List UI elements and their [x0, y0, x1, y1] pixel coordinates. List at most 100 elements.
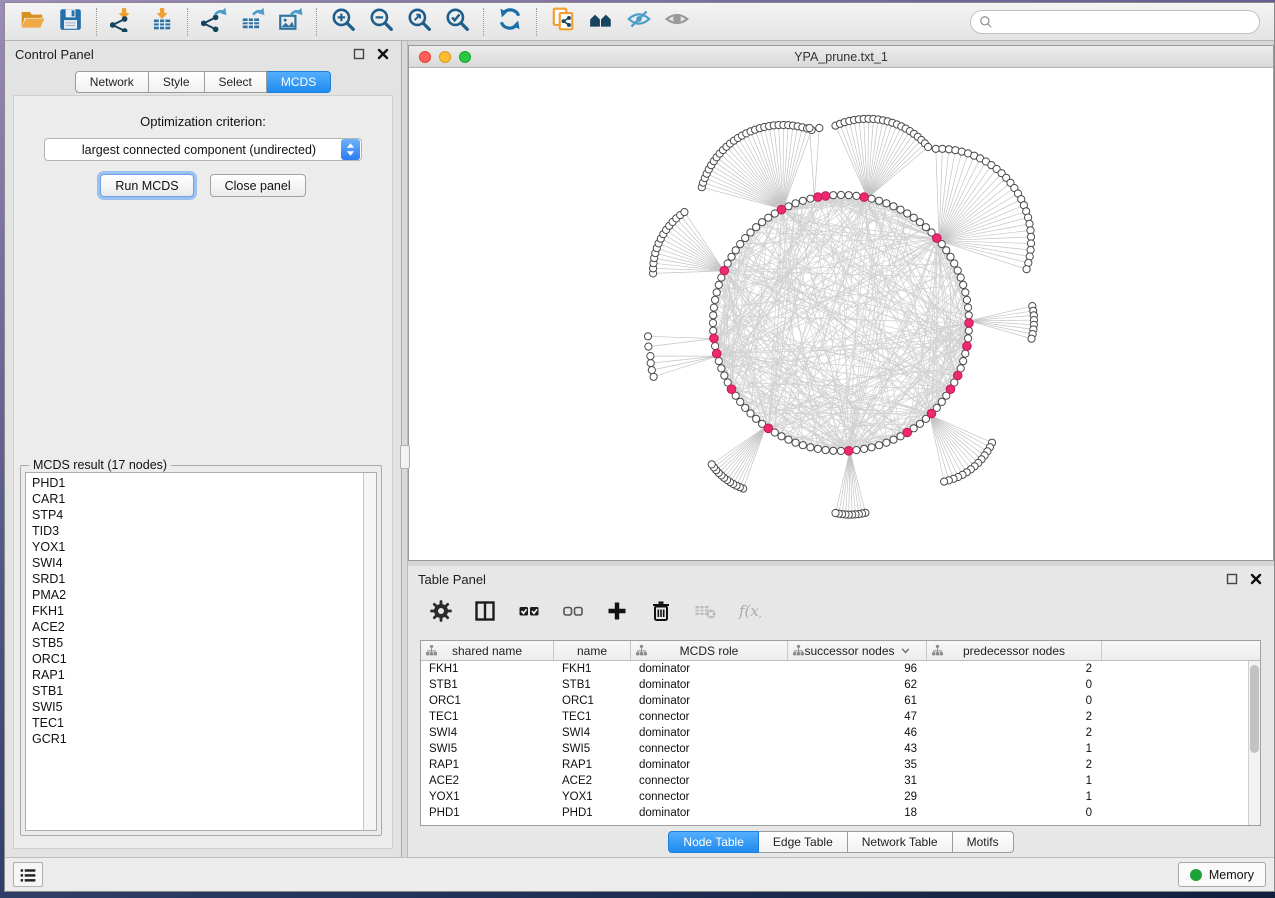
table-scrollbar-thumb[interactable]: [1250, 665, 1259, 753]
mcds-result-item[interactable]: ORC1: [26, 651, 376, 667]
delete-rows-icon: [649, 599, 673, 628]
mcds-result-item[interactable]: STP4: [26, 507, 376, 523]
table-row[interactable]: SWI5SWI5connector431: [421, 741, 1260, 757]
table-row[interactable]: TEC1TEC1connector472: [421, 709, 1260, 725]
column-header-shared-name[interactable]: shared name: [421, 641, 554, 660]
mcds-result-item[interactable]: PMA2: [26, 587, 376, 603]
criterion-value: largest connected component (undirected): [45, 143, 341, 157]
table-tab-network-table[interactable]: Network Table: [848, 831, 953, 853]
column-header-successor-nodes[interactable]: successor nodes: [788, 641, 927, 660]
float-table-panel-button[interactable]: [1224, 571, 1240, 587]
duplicate-network-button[interactable]: [544, 6, 582, 38]
cell-MCDS-role: dominator: [631, 725, 788, 741]
show-all-button[interactable]: [658, 6, 696, 38]
column-header-name[interactable]: name: [554, 641, 631, 660]
table-toolbar: f(x): [408, 592, 1274, 634]
tab-mcds[interactable]: MCDS: [267, 71, 331, 93]
column-header-MCDS-role[interactable]: MCDS role: [631, 641, 788, 660]
mcds-result-item[interactable]: YOX1: [26, 539, 376, 555]
hide-selected-button[interactable]: [620, 6, 658, 38]
table-row[interactable]: ORC1ORC1dominator610: [421, 693, 1260, 709]
table-tab-motifs[interactable]: Motifs: [953, 831, 1014, 853]
network-canvas[interactable]: [409, 68, 1273, 560]
export-image-button[interactable]: [271, 6, 309, 38]
deselect-all-button[interactable]: [556, 596, 590, 630]
mcds-result-item[interactable]: STB5: [26, 635, 376, 651]
table-tabs-row: Node TableEdge TableNetwork TableMotifs: [408, 826, 1274, 857]
mcds-result-item[interactable]: TID3: [26, 523, 376, 539]
show-panels-button[interactable]: [13, 862, 43, 887]
optimization-criterion-select[interactable]: largest connected component (undirected): [44, 138, 362, 161]
run-mcds-button[interactable]: Run MCDS: [100, 174, 193, 197]
table-tab-edge-table[interactable]: Edge Table: [759, 831, 848, 853]
table-scrollbar[interactable]: [1248, 661, 1260, 825]
table-row[interactable]: YOX1YOX1connector291: [421, 789, 1260, 805]
run-mcds-label: Run MCDS: [115, 179, 178, 193]
table-row[interactable]: SWI4SWI4dominator462: [421, 725, 1260, 741]
zoom-selected-button[interactable]: [438, 6, 476, 38]
mcds-result-item[interactable]: RAP1: [26, 667, 376, 683]
zoom-out-button[interactable]: [362, 6, 400, 38]
table-row[interactable]: RAP1RAP1dominator352: [421, 757, 1260, 773]
app-window: Control Panel NetworkStyleSelectMCDS Opt…: [4, 2, 1275, 892]
select-all-button[interactable]: [512, 596, 546, 630]
mcds-result-item[interactable]: FKH1: [26, 603, 376, 619]
column-header-predecessor-nodes[interactable]: predecessor nodes: [927, 641, 1102, 660]
table-options-gear-button[interactable]: [424, 596, 458, 630]
tab-style[interactable]: Style: [149, 71, 205, 93]
mcds-result-item[interactable]: SWI5: [26, 699, 376, 715]
splitter-handle[interactable]: [400, 445, 410, 469]
cell-name: TEC1: [554, 709, 631, 725]
refresh-view-button[interactable]: [491, 6, 529, 38]
first-neighbors-button[interactable]: [582, 6, 620, 38]
mcds-result-item[interactable]: SRD1: [26, 571, 376, 587]
close-panel-button-mcds[interactable]: Close panel: [210, 174, 306, 197]
export-table-button[interactable]: [233, 6, 271, 38]
import-table-button[interactable]: [142, 6, 180, 38]
sort-desc-icon: [901, 646, 910, 655]
mcds-result-item[interactable]: TEC1: [26, 715, 376, 731]
add-row-icon: [605, 599, 629, 628]
show-columns-button[interactable]: [468, 596, 502, 630]
panel-splitter[interactable]: [401, 41, 408, 857]
tab-select[interactable]: Select: [205, 71, 267, 93]
mcds-result-item[interactable]: STB1: [26, 683, 376, 699]
import-network-button[interactable]: [104, 6, 142, 38]
zoom-in-button[interactable]: [324, 6, 362, 38]
cell-shared-name: ACE2: [421, 773, 554, 789]
zoom-fit-button[interactable]: [400, 6, 438, 38]
search-box: [970, 10, 1260, 34]
mcds-list-scrollbar[interactable]: [363, 473, 376, 830]
cell-shared-name: PHD1: [421, 805, 554, 821]
tab-network[interactable]: Network: [75, 71, 149, 93]
mcds-result-item[interactable]: CAR1: [26, 491, 376, 507]
table-row[interactable]: STB1STB1dominator620: [421, 677, 1260, 693]
delete-rows-button[interactable]: [644, 596, 678, 630]
search-input[interactable]: [997, 12, 1259, 32]
duplicate-network-icon: [550, 6, 576, 37]
cell-MCDS-role: dominator: [631, 757, 788, 773]
open-file-button[interactable]: [13, 6, 51, 38]
mcds-result-item[interactable]: SWI4: [26, 555, 376, 571]
save-session-button[interactable]: [51, 6, 89, 38]
table-row[interactable]: ACE2ACE2connector311: [421, 773, 1260, 789]
main-area: Control Panel NetworkStyleSelectMCDS Opt…: [5, 41, 1274, 857]
float-panel-button[interactable]: [351, 46, 367, 62]
mcds-result-item[interactable]: GCR1: [26, 731, 376, 747]
close-panel-button[interactable]: [375, 46, 391, 62]
cell-name: ACE2: [554, 773, 631, 789]
cell-MCDS-role: connector: [631, 709, 788, 725]
mcds-result-item[interactable]: ACE2: [26, 619, 376, 635]
export-network-button[interactable]: [195, 6, 233, 38]
cell-MCDS-role: dominator: [631, 693, 788, 709]
cell-predecessor-nodes: 0: [927, 805, 1102, 821]
add-row-button[interactable]: [600, 596, 634, 630]
table-row[interactable]: PHD1PHD1dominator180: [421, 805, 1260, 821]
mcds-result-list[interactable]: PHD1CAR1STP4TID3YOX1SWI4SRD1PMA2FKH1ACE2…: [25, 472, 377, 831]
close-table-panel-button[interactable]: [1248, 571, 1264, 587]
memory-button[interactable]: Memory: [1178, 862, 1266, 887]
table-tab-node-table[interactable]: Node Table: [668, 831, 759, 853]
cell-predecessor-nodes: 2: [927, 709, 1102, 725]
mcds-result-item[interactable]: PHD1: [26, 475, 376, 491]
table-row[interactable]: FKH1FKH1dominator962: [421, 661, 1260, 677]
